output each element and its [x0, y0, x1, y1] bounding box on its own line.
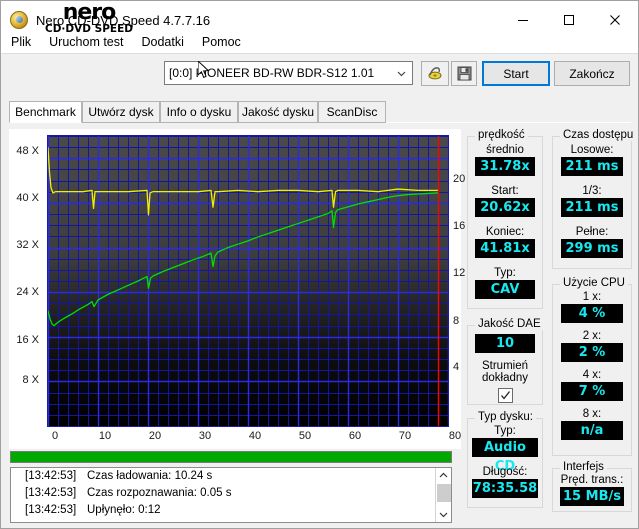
access-random-value: 211 ms [561, 157, 623, 176]
y2-axis-tick-20: 20 [453, 173, 465, 185]
log-line: [13:42:53]Czas rozpoznawania: 0.05 s [11, 485, 451, 502]
panel-dae-title: Jakość DAE [475, 318, 544, 330]
x-axis-tick-30: 30 [190, 430, 220, 442]
disc-length-label: Długość: [468, 466, 542, 478]
x-axis-tick-60: 60 [340, 430, 370, 442]
exit-button[interactable]: Zakończ [554, 61, 630, 86]
x-axis-tick-0: 0 [40, 430, 70, 442]
logo-nero-text: nero [19, 3, 159, 23]
cpu-4x-label: 4 x: [553, 369, 631, 381]
y2-axis-tick-4: 4 [453, 361, 459, 373]
speed-average-value: 31.78x [475, 157, 535, 176]
transfer-rate-label: Pręd. trans.: [553, 474, 631, 486]
panel-access-time-title: Czas dostępu [560, 129, 636, 141]
panel-disc-type: Typ dysku: Typ: Audio CD Długość: 78:35.… [467, 418, 543, 508]
y-axis-tick-24: 24 X [7, 286, 39, 298]
speed-type-value: CAV [475, 280, 535, 299]
x-axis-tick-20: 20 [140, 430, 170, 442]
eject-icon[interactable] [421, 61, 449, 86]
nero-logo: nero CD·DVD SPEED [19, 3, 159, 43]
log-text: Upłynęło: 0:12 [87, 504, 161, 516]
benchmark-chart: 48 X 40 X 32 X 24 X 16 X 8 X 20 16 12 8 … [9, 129, 461, 449]
tab-strip: Benchmark Utwórz dysk Info o dysku Jakoś… [9, 101, 631, 123]
app-window: Nero CD-DVD Speed 4.7.7.16 Plik Uruchom … [0, 0, 639, 529]
log-text: Czas rozpoznawania: 0.05 s [87, 487, 231, 499]
speed-end-value: 41.81x [475, 239, 535, 258]
cpu-1x-label: 1 x: [553, 291, 631, 303]
access-third-value: 211 ms [561, 198, 623, 217]
access-third-label: 1/3: [553, 185, 631, 197]
panel-speed: prędkość średnio 31.78x Start: 20.62x Ko… [467, 136, 543, 309]
access-random-label: Losowe: [553, 144, 631, 156]
panel-speed-title: prędkość [475, 129, 528, 141]
cpu-4x-value: 7 % [561, 382, 623, 401]
speed-start-label: Start: [468, 185, 542, 197]
tab-benchmark[interactable]: Benchmark [9, 101, 82, 123]
speed-start-value: 20.62x [475, 198, 535, 217]
tab-scandisc[interactable]: ScanDisc [318, 101, 386, 123]
plot-area [47, 135, 449, 427]
disc-length-value: 78:35.58 [472, 479, 538, 498]
cpu-2x-value: 2 % [561, 343, 623, 362]
disc-type-label: Typ: [468, 425, 542, 437]
plot-svg [48, 136, 448, 426]
chevron-up-icon[interactable] [436, 468, 451, 483]
panel-disc-type-title: Typ dysku: [475, 411, 536, 423]
cpu-8x-label: 8 x: [553, 408, 631, 420]
panel-cpu-usage: Użycie CPU 1 x: 4 % 2 x: 2 % 4 x: 7 % 8 … [552, 284, 632, 456]
panel-access-time: Czas dostępu Losowe: 211 ms 1/3: 211 ms … [552, 136, 632, 269]
y2-axis-tick-8: 8 [453, 315, 459, 327]
access-full-value: 299 ms [561, 239, 623, 258]
x-axis-tick-80: 80 [440, 430, 470, 442]
panel-dae: Jakość DAE 10 Strumień dokładny [467, 325, 543, 405]
log-timestamp: [13:42:53] [25, 502, 87, 519]
dae-quality-value: 10 [475, 334, 535, 353]
tab-utworz-dysk[interactable]: Utwórz dysk [82, 101, 160, 123]
mouse-cursor [198, 61, 210, 79]
scrollbar-thumb[interactable] [437, 484, 451, 502]
disc-type-value: Audio CD [472, 438, 538, 457]
log-text: Czas ładowania: 10.24 s [87, 470, 212, 482]
y2-axis-tick-12: 12 [453, 267, 465, 279]
log-output[interactable]: [13:42:53]Czas ładowania: 10.24 s [13:42… [10, 467, 452, 523]
speed-average-label: średnio [468, 144, 542, 156]
log-line: [13:42:53]Upłynęło: 0:12 [11, 502, 451, 519]
accurate-stream-checkbox[interactable] [498, 388, 513, 403]
log-timestamp: [13:42:53] [25, 468, 87, 485]
access-full-label: Pełne: [553, 226, 631, 238]
y-axis-tick-48: 48 X [7, 145, 39, 157]
y-axis-tick-16: 16 X [7, 334, 39, 346]
log-scrollbar[interactable] [435, 468, 451, 522]
x-axis-tick-10: 10 [90, 430, 120, 442]
panel-cpu-usage-title: Użycie CPU [560, 277, 628, 289]
y-axis-tick-8: 8 X [7, 374, 39, 386]
cpu-2x-label: 2 x: [553, 330, 631, 342]
cpu-8x-value: n/a [561, 421, 623, 440]
y2-axis-tick-16: 16 [453, 220, 465, 232]
tab-info-o-dysku[interactable]: Info o dysku [160, 101, 238, 123]
menu-item-pomoc[interactable]: Pomoc [202, 35, 241, 49]
chevron-down-icon[interactable] [436, 507, 451, 522]
start-button[interactable]: Start [482, 61, 550, 86]
y-axis-tick-40: 40 X [7, 192, 39, 204]
tab-jakosc-dysku[interactable]: Jakość dysku [238, 101, 318, 123]
speed-end-label: Koniec: [468, 226, 542, 238]
speed-type-label: Typ: [468, 267, 542, 279]
save-icon[interactable] [451, 61, 477, 86]
chevron-down-icon[interactable] [396, 68, 408, 80]
log-timestamp: [13:42:53] [25, 485, 87, 502]
cpu-1x-value: 4 % [561, 304, 623, 323]
x-axis-tick-70: 70 [390, 430, 420, 442]
panel-interface: Interfejs Pręd. trans.: 15 MB/s [552, 468, 632, 512]
x-axis-tick-40: 40 [240, 430, 270, 442]
x-axis-tick-50: 50 [290, 430, 320, 442]
logo-cd-dvd-speed-text: CD·DVD SPEED [19, 23, 159, 35]
log-line: [13:42:53]Czas ładowania: 10.24 s [11, 468, 451, 485]
y-axis-tick-32: 32 X [7, 239, 39, 251]
progress-bar [10, 451, 452, 463]
accurate-stream-label-1: Strumień [468, 360, 542, 372]
panel-interface-title: Interfejs [560, 461, 607, 473]
accurate-stream-label-2: dokładny [468, 372, 542, 384]
transfer-rate-value: 15 MB/s [560, 487, 624, 506]
